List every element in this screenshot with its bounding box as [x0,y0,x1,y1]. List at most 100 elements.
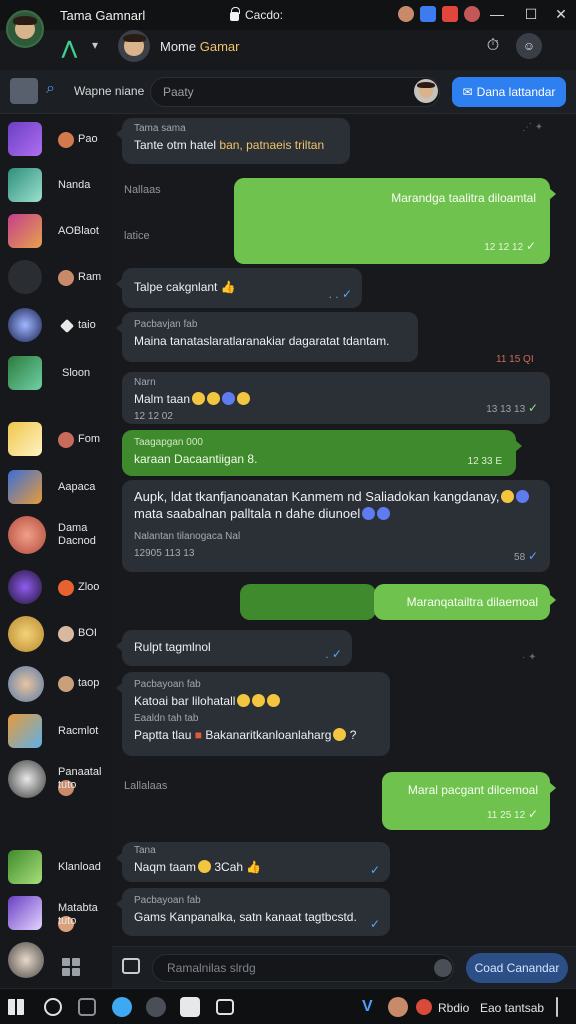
minimize-button[interactable]: — [486,4,508,24]
new-chat-button[interactable]: ✉ Dana lattandar [452,77,566,107]
chevron-down-icon[interactable]: ▾ [92,38,98,52]
chat-list-item[interactable]: BOI [0,614,112,662]
avatar [8,760,46,798]
message-bubble[interactable]: Marandga taalitra diloamtal 12 12 12 ✓ [234,178,556,264]
screen-icon[interactable] [216,999,234,1015]
search-input[interactable]: Paaty [150,77,440,107]
app-window: Tama Gamnarl Cacdo: — ☐ ✕ ⋀ ▾ Mome Gamar… [0,0,576,1024]
chat-list-item[interactable] [0,940,112,984]
profile-avatar[interactable] [6,10,44,48]
game-icon [8,470,42,504]
game-icon [8,214,42,248]
chat-list-item[interactable]: Ram [0,258,112,298]
chat-list-item[interactable]: taop [0,664,112,712]
chat-list-item[interactable]: Matabta tuto [0,894,112,942]
reaction-dots[interactable]: · ✦ [522,652,537,663]
message-bubble[interactable]: Maral pacgant dilcemoal 11 25 12 ✓ [382,772,556,830]
message-bubble[interactable]: Taagapgan 000 karaan Dacaantiigan 8. 12 … [122,430,522,476]
mic-icon[interactable] [434,959,452,977]
game-icon [8,356,42,390]
game-icon [8,896,42,930]
message-bubble[interactable]: Tana Naqm taam 3Cah 👍 ✓ [116,842,390,882]
message-bubble[interactable]: Narn Malm taan 12 12 02 13 13 13 ✓ [122,372,550,424]
avatar-icon [58,432,74,448]
chat-list-item[interactable]: AOBlaot [0,212,112,252]
app-icon[interactable] [146,997,166,1017]
chat-list-item[interactable]: Panaatal tuto [0,758,112,810]
message-composer: Ramalnilas slrdg Coad Canandar [112,946,576,988]
message-bubble[interactable]: Pacbavjan fab Maina tanataslaratlaranaki… [116,312,418,362]
taskbar-app-label[interactable]: Rbdio [438,1001,469,1015]
timer-icon[interactable]: ⏱ [480,33,506,59]
game-icon [8,308,42,342]
search-label: Wapne niane [74,84,145,98]
avatar-icon [58,626,74,642]
search-icon[interactable]: ⌕ [46,80,55,98]
apps-grid-icon[interactable] [62,958,80,976]
avatar-icon[interactable] [388,997,408,1017]
game-icon [8,616,44,652]
chat-list-item[interactable]: Dama Dacnod [0,514,112,562]
title-tray [398,6,480,22]
vpn-icon[interactable]: V [362,997,382,1017]
avatar [8,942,44,978]
taskbar-app-label[interactable]: Eao tantsab [480,1001,544,1015]
message-bubble[interactable]: Talpe cakgnlant 👍 . . ✓ [116,268,362,308]
send-button[interactable]: Coad Canandar [466,953,568,983]
title-center-label: Cacdo: [245,8,284,22]
message-bubble[interactable]: Aupk, ldat tkanfjanoanatan Kanmem nd Sal… [122,480,550,572]
shield-icon[interactable] [442,6,458,22]
avatar-icon [58,132,74,148]
message-bubble[interactable]: Pacbayoan fab Gams Kanpanalka, satn kana… [116,888,390,936]
chat-list-item[interactable]: Klanload [0,848,112,888]
game-icon [8,122,42,156]
contact-name: Mome Gamar [160,39,240,54]
clock-icon[interactable] [44,998,62,1016]
chat-list-item[interactable]: Sloon [0,354,112,406]
avatar-icon [58,270,74,286]
message-bubble[interactable]: Rulpt tagmlnol . ✓ [116,630,352,666]
avatar-icon [58,580,74,596]
message-bubble-shadow [240,584,376,620]
chat-icon: ✉ [462,85,473,99]
message-input[interactable]: Ramalnilas slrdg [152,954,454,982]
maximize-button[interactable]: ☐ [520,4,542,24]
taskbar: V Rbdio Eao tantsab [0,988,576,1024]
game-icon [8,714,42,748]
diamond-icon [59,318,75,334]
title-bar: Tama Gamnarl Cacdo: — ☐ ✕ [0,0,576,30]
game-icon [8,850,42,884]
checkbox-icon[interactable] [420,6,436,22]
contact-avatar[interactable] [118,30,150,62]
message-bubble[interactable]: Maranqatailtra dilaemoal [374,584,556,620]
search-avatar [414,79,438,103]
chat-list-item[interactable]: taio [0,306,112,346]
day-divider: Nallaas [124,184,161,196]
chat-list-item[interactable]: Racmlot [0,712,112,752]
user-menu-icon[interactable]: ☺ [516,33,542,59]
search-row: ⌕ Wapne niane Paaty ✉ Dana lattandar [0,70,576,114]
avatar-icon[interactable] [464,6,480,22]
start-icon[interactable] [8,999,24,1015]
message-bubble[interactable]: Pacbayoan fab Katoai bar lilohatall Eaal… [116,672,390,756]
reaction-dots[interactable]: ⋰ ✦ [522,122,543,133]
user-thumbnail[interactable] [10,78,38,104]
chat-list-item[interactable]: Pao [0,120,112,160]
close-button[interactable]: ✕ [550,4,572,24]
record-icon[interactable] [416,999,432,1015]
show-desktop-icon[interactable] [556,997,558,1017]
folder-icon[interactable] [78,998,96,1016]
attach-icon[interactable] [122,958,140,974]
avatar-icon[interactable] [398,6,414,22]
chat-list-item[interactable]: Fom [0,420,112,460]
day-divider: latice [124,230,150,242]
window-icon[interactable] [180,997,200,1017]
logo-icon: ⋀ [62,38,77,58]
title-center: Cacdo: [230,6,284,22]
browser-icon[interactable] [112,997,132,1017]
avatar [8,260,42,294]
chat-list-item[interactable]: Nanda [0,166,112,206]
message-bubble[interactable]: Tama sama Tante otm hatel ban, patnaeis … [116,118,350,164]
chat-list-item[interactable]: Aapaca [0,468,112,508]
chat-list-item[interactable]: Zloo [0,568,112,608]
